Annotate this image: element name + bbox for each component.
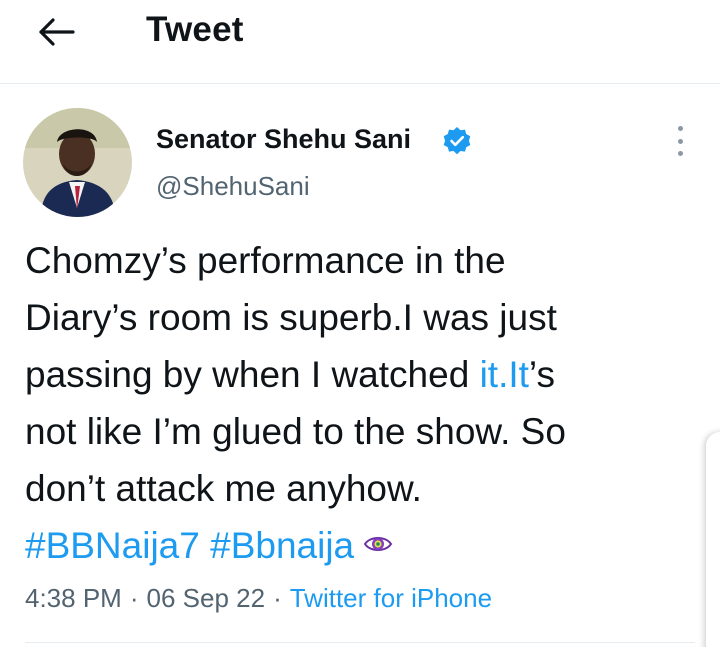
tweet-text: Chomzy’s performance in the Diary’s room… [25,232,705,574]
back-button[interactable] [28,12,84,52]
divider [25,642,695,643]
tweet-detail-screen: Tweet Senator Shehu Sani @ShehuSani Chom… [0,0,720,647]
hashtag-link[interactable]: #Bbnaija [210,525,354,566]
eye-emoji-icon [364,537,393,552]
tweet-text-line: don’t attack me anyhow. [25,468,422,509]
tweet-text-line: Diary’s room is superb.I was just [25,297,557,338]
page-title: Tweet [146,10,244,49]
more-options-button[interactable] [664,124,696,158]
more-vertical-icon [677,126,683,131]
tweet-meta: 4:38 PM · 06 Sep 22 · Twitter for iPhone [25,583,493,613]
author-handle[interactable]: @ShehuSani [156,171,310,202]
hashtag-link[interactable]: #BBNaija7 [25,525,200,566]
tweet-text-line: not like I’m glued to the show. So [25,411,566,452]
verified-badge-icon [443,127,471,155]
tweet-text-line: Chomzy’s performance in the [25,240,506,281]
author-name[interactable]: Senator Shehu Sani [156,124,411,155]
hashtags-line: #BBNaija7 #Bbnaija [25,517,705,574]
tweet-source-link[interactable]: Twitter for iPhone [290,583,492,613]
avatar[interactable] [23,108,132,217]
arrow-left-icon [39,18,75,46]
tweet-link[interactable]: it.It [480,354,529,395]
tweet-time: 4:38 PM [25,583,122,613]
tweet-date: 06 Sep 22 [146,583,266,613]
floating-edge-panel[interactable] [706,432,720,647]
header-bar: Tweet [0,0,720,84]
tweet-text-line: passing by when I watched it.It’s [25,354,555,395]
